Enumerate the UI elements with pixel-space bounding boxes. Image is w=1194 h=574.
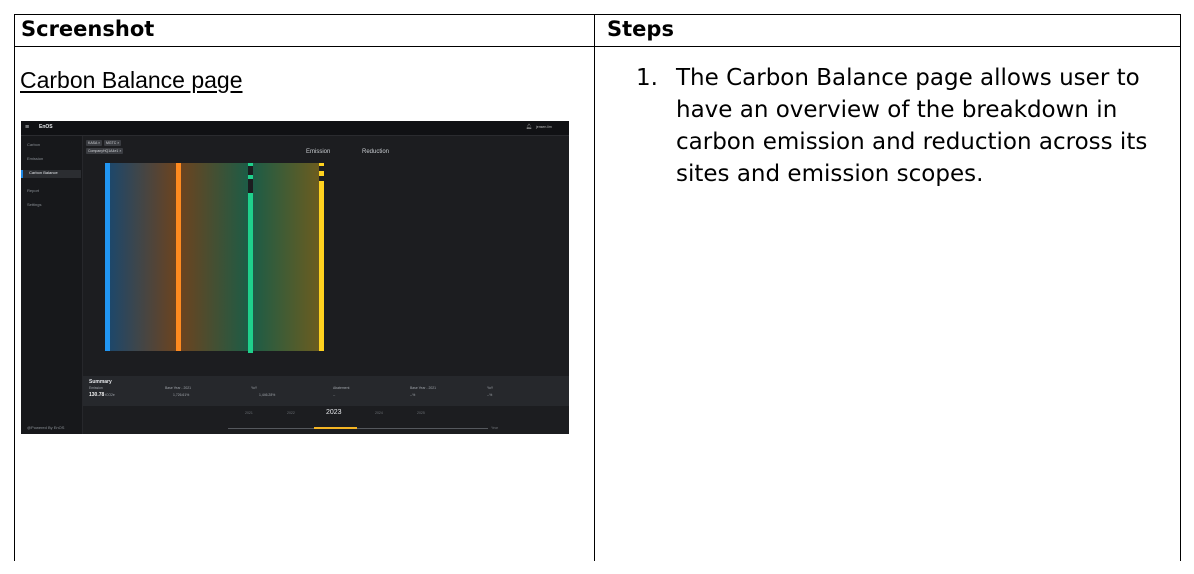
year-2024[interactable]: 2024 [375, 411, 383, 415]
yoy-label-2: YoY [487, 386, 494, 390]
sidebar-item-carbon[interactable]: Carbon [27, 142, 40, 147]
user-menu[interactable]: jensen.lim [536, 125, 552, 129]
sankey-node-yellow-small[interactable] [319, 171, 324, 176]
year-timeline[interactable]: 2021 2022 2023 2024 2025 Year [83, 408, 569, 434]
column-label-reduction: Reduction [362, 149, 390, 155]
table-column-divider [594, 14, 595, 561]
filter-chip[interactable]: KASA × [86, 140, 103, 146]
abatement-value: -- [333, 393, 336, 397]
table-border-top [14, 14, 1181, 15]
menu-icon[interactable]: ≡ [25, 124, 29, 131]
row-title: Carbon Balance page [20, 67, 243, 93]
flow-band [253, 163, 319, 351]
filter-chip[interactable]: CompanyHQ1A4e1 × [86, 148, 124, 154]
emission-value: 130.78 [89, 392, 105, 398]
emission-unit: tCO2e [105, 393, 115, 397]
abatement-label: Abatement [333, 386, 350, 390]
step-number: 1. [636, 65, 658, 91]
sankey-node-yellow-small[interactable] [319, 163, 324, 166]
yoy-value-2: --% [487, 393, 493, 397]
app-logo: EnOS [39, 124, 53, 130]
sankey-node-blue[interactable] [105, 163, 110, 351]
flow-band [181, 163, 248, 351]
year-2021[interactable]: 2021 [245, 411, 253, 415]
yoy-value: 1,446.28% [259, 393, 276, 397]
column-label-emission: Emission [306, 149, 331, 155]
base-year-label: Base Year - 2021 [165, 386, 192, 390]
sidebar-item-emission[interactable]: Emission [27, 156, 43, 161]
year-2022[interactable]: 2022 [287, 411, 295, 415]
filter-chips[interactable]: KASA × MGTC × CompanyHQ1A4e1 × [86, 140, 166, 158]
sankey-flows [110, 163, 319, 351]
base-year-value: 1,726.61% [173, 393, 190, 397]
header-steps: Steps [607, 17, 674, 41]
table-border-left [14, 14, 15, 561]
summary-panel: Summary Emission 130.78 tCO2e Base Year … [83, 376, 569, 406]
emission-label: Emission [89, 386, 103, 390]
base-year-value-2: --% [410, 393, 416, 397]
sankey-node-orange[interactable] [176, 163, 181, 351]
carbon-balance-screenshot: ≡ EnOS 🔔︎ jensen.lim Carbon Emission Car… [21, 121, 569, 434]
powered-by: @Powered By EnOS [27, 425, 65, 430]
table-header-divider [14, 46, 1181, 47]
year-axis-label: Year [491, 426, 499, 430]
flow-band [110, 163, 176, 351]
sidebar: Carbon Emission Carbon Balance Report Se… [21, 136, 83, 434]
sankey-node-green-small[interactable] [248, 175, 253, 179]
year-2023-selected[interactable]: 2023 [326, 409, 342, 416]
sidebar-item-carbon-balance[interactable]: Carbon Balance [21, 170, 81, 178]
sankey-node-green-small[interactable] [248, 163, 253, 166]
timeline-selected-range[interactable] [314, 427, 357, 429]
bell-icon[interactable]: 🔔︎ [526, 124, 532, 130]
app-top-bar: ≡ EnOS 🔔︎ jensen.lim [21, 121, 569, 136]
summary-title: Summary [89, 379, 112, 385]
sankey-node-yellow[interactable] [319, 181, 324, 351]
year-2025[interactable]: 2025 [417, 411, 425, 415]
sidebar-item-settings[interactable]: Settings [27, 202, 41, 207]
sankey-diagram: Emission Reduction [83, 149, 569, 376]
sidebar-item-report[interactable]: Report [27, 188, 39, 193]
step-text: The Carbon Balance page allows user to h… [676, 65, 1148, 187]
yoy-label: YoY [251, 386, 258, 390]
timeline-track[interactable] [228, 428, 488, 429]
filter-chip[interactable]: MGTC × [104, 140, 122, 146]
base-year-label-2: Base Year - 2021 [410, 386, 437, 390]
header-screenshot: Screenshot [21, 17, 155, 41]
sankey-node-green[interactable] [248, 193, 253, 353]
